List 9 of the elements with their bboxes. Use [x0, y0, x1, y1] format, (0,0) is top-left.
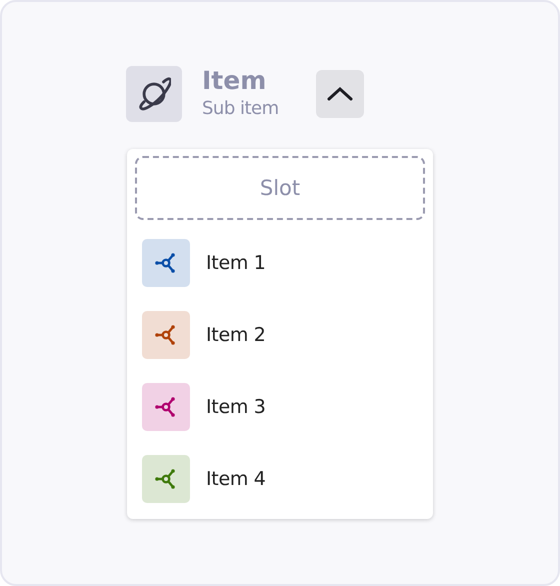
menu-item[interactable]: Item 3 — [206, 396, 266, 418]
menu-item[interactable]: Item 2 — [206, 324, 266, 346]
menu-item[interactable]: Item 1 — [206, 252, 266, 274]
menu-item[interactable]: Item 4 — [206, 468, 266, 490]
item-title: Item — [202, 66, 268, 96]
chevron-icon — [326, 86, 354, 102]
planet-icon — [126, 66, 182, 122]
item-subtitle: Sub item — [202, 97, 280, 121]
collapse-button[interactable] — [316, 70, 364, 118]
